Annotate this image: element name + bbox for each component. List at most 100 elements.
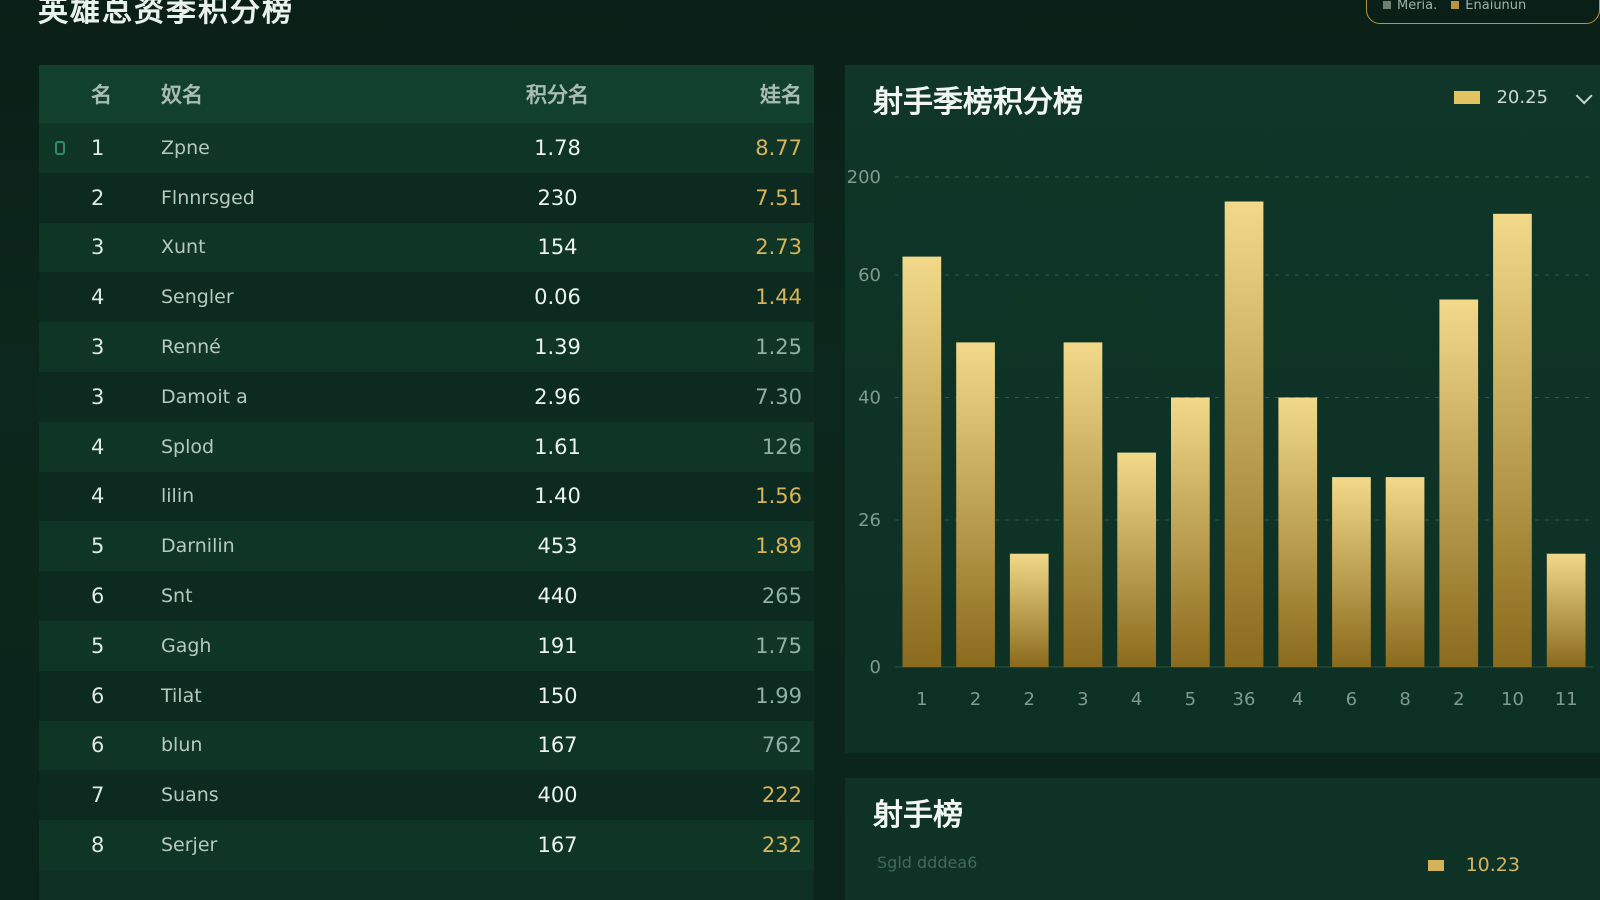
table-row[interactable]: 4 Sengler 0.06 1.44 <box>39 272 814 323</box>
bottom-panel: 射手榜 Sgld dddea6 10.23 <box>845 778 1600 900</box>
legend-value: 20.25 <box>1496 87 1548 108</box>
filter-b-swatch-icon <box>1451 0 1460 9</box>
name-cell: Tilat <box>161 684 202 707</box>
table-row[interactable]: 6 Tilat 150 1.99 <box>39 670 814 721</box>
chart-bar[interactable] <box>1332 477 1371 667</box>
name-cell: blun <box>161 734 203 757</box>
table-row[interactable]: 4 lilin 1.40 1.56 <box>39 471 814 522</box>
filter-a-swatch-icon <box>1383 0 1391 9</box>
legend-swatch-icon <box>1454 91 1481 104</box>
last-cell: 1.25 <box>755 335 802 360</box>
table-row[interactable]: 4 Splod 1.61 126 <box>39 421 814 472</box>
name-cell: Flnnrsged <box>161 186 255 209</box>
table-row[interactable]: 8 Serjer 167 232 <box>39 820 814 870</box>
name-cell: Xunt <box>161 236 206 259</box>
score-cell: 2.96 <box>534 384 581 409</box>
header-rank[interactable]: 名 <box>39 79 161 109</box>
filter-b-label: Enaiunun <box>1465 0 1527 13</box>
rank-cell: 3 <box>91 335 105 360</box>
name-cell: Suans <box>161 784 219 807</box>
x-tick-label: 1 <box>916 689 927 710</box>
rank-cell: 8 <box>91 833 105 858</box>
table-row[interactable]: 3 Xunt 154 2.73 <box>39 222 814 273</box>
x-tick-label: 2 <box>1023 689 1034 710</box>
table-row[interactable]: 7 Suans 400 222 <box>39 770 814 821</box>
rank-cell: 6 <box>91 584 105 609</box>
chart-bar[interactable] <box>1439 299 1479 668</box>
table-row[interactable]: 6 Snt 440 265 <box>39 571 814 621</box>
score-cell: 1.78 <box>534 135 581 160</box>
x-tick-label: 5 <box>1185 689 1196 710</box>
filter-a-label: Meria. <box>1397 0 1438 13</box>
last-cell: 1.89 <box>755 534 802 559</box>
chart-bar[interactable] <box>1493 213 1532 668</box>
rank-cell: 3 <box>91 235 105 260</box>
x-tick-label: 8 <box>1399 689 1410 710</box>
last-cell: 762 <box>761 733 802 758</box>
score-cell: 154 <box>537 235 578 260</box>
chart-bar[interactable] <box>902 256 942 667</box>
rank-cell: 3 <box>91 384 105 409</box>
page-title: 英雄总资季积分榜 <box>38 0 294 29</box>
table-row[interactable]: 3 Damoit a 2.96 7.30 <box>39 371 814 422</box>
chart-bar[interactable] <box>1224 201 1264 668</box>
header-score[interactable]: 积分名 <box>455 79 660 109</box>
last-cell: 7.51 <box>755 185 802 210</box>
chart-title: 射手季榜积分榜 <box>873 85 1083 120</box>
chart-bar[interactable] <box>1009 553 1049 667</box>
name-cell: Serjer <box>161 834 218 857</box>
name-cell: lilin <box>161 485 195 508</box>
chart-bar[interactable] <box>1117 452 1156 667</box>
chart-bar[interactable] <box>956 342 995 667</box>
chart-bar[interactable] <box>1171 397 1210 668</box>
table-row[interactable]: 6 blun 167 762 <box>39 720 814 771</box>
score-cell: 167 <box>537 733 578 758</box>
bottom-panel-title: 射手榜 <box>873 798 963 833</box>
top-filter-control[interactable]: Meria. Enaiunun <box>1366 0 1600 24</box>
rank-cell: 5 <box>91 633 105 658</box>
chart-bar[interactable] <box>1278 397 1318 668</box>
last-cell: 8.77 <box>755 135 802 160</box>
table-row[interactable]: 5 Gagh 191 1.75 <box>39 620 814 671</box>
y-tick-label: 26 <box>858 510 881 531</box>
rank-cell: 7 <box>91 783 105 808</box>
score-cell: 453 <box>537 534 578 559</box>
filter-option-a[interactable]: Meria. <box>1383 0 1437 13</box>
table-row[interactable]: 1 Zpne 1.78 8.77 <box>39 123 814 173</box>
table-row[interactable]: 5 Darnilin 453 1.89 <box>39 521 814 572</box>
bottom-legend[interactable]: 10.23 <box>1427 854 1520 876</box>
chart-bar[interactable] <box>1546 553 1586 667</box>
x-tick-label: 4 <box>1131 689 1142 710</box>
x-tick-label: 2 <box>970 689 981 710</box>
x-tick-label: 4 <box>1292 689 1303 710</box>
last-cell: 1.44 <box>755 285 802 310</box>
name-cell: Zpne <box>161 136 210 159</box>
name-cell: Sengler <box>161 286 234 309</box>
header-name[interactable]: 奴名 <box>161 79 455 109</box>
row-marker-icon <box>55 140 65 155</box>
bottom-legend-swatch-icon <box>1427 859 1444 871</box>
rank-cell: 4 <box>91 434 105 459</box>
score-cell: 1.61 <box>534 434 581 459</box>
header-last[interactable]: 娃名 <box>660 79 802 109</box>
bar-chart: 200 60 40 26 0 1 2 2 3 4 5 36 4 6 8 2 10 11 <box>847 167 1593 710</box>
y-tick-label: 200 <box>847 167 881 188</box>
y-tick-label: 0 <box>870 657 881 678</box>
last-cell: 232 <box>761 833 802 858</box>
chart-bar[interactable] <box>1385 477 1425 667</box>
last-cell: 1.99 <box>755 683 802 708</box>
bottom-legend-value: 10.23 <box>1465 854 1520 876</box>
last-cell: 1.75 <box>755 633 802 658</box>
last-cell: 1.56 <box>755 484 802 509</box>
score-cell: 400 <box>537 783 578 808</box>
table-row[interactable]: 2 Flnnrsged 230 7.51 <box>39 172 814 223</box>
table-row[interactable]: 3 Renné 1.39 1.25 <box>39 322 814 372</box>
rank-cell: 2 <box>91 185 105 210</box>
chart-bar[interactable] <box>1063 342 1103 667</box>
score-cell: 0.06 <box>534 285 581 310</box>
score-cell: 167 <box>537 833 578 858</box>
rank-cell: 6 <box>91 683 105 708</box>
x-tick-label: 2 <box>1453 689 1464 710</box>
chart-legend[interactable]: 20.25 <box>1454 86 1593 108</box>
filter-option-b[interactable]: Enaiunun <box>1451 0 1526 13</box>
